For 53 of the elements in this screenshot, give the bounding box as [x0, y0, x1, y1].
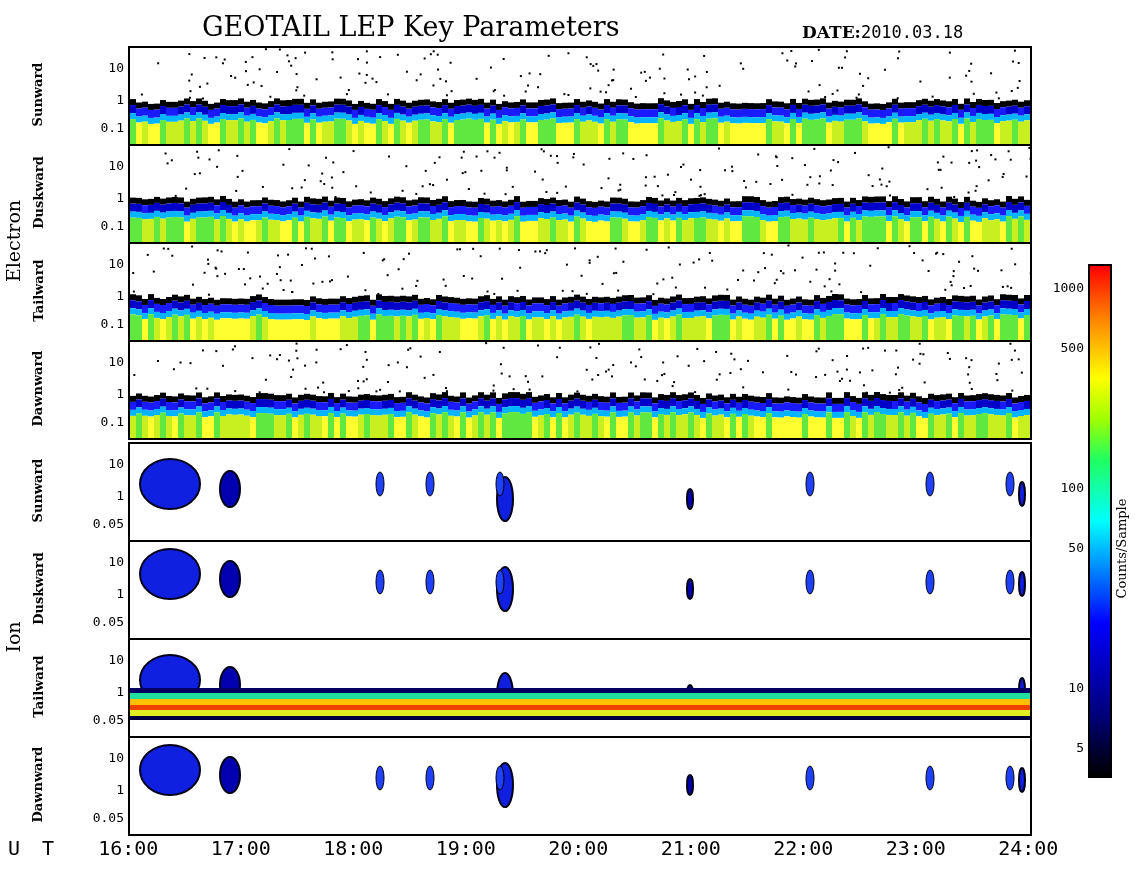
x-axis-label: U T — [7, 836, 56, 860]
y-tick-label: 10 — [108, 553, 124, 569]
colorbar-tick-label: 5 — [1076, 739, 1084, 755]
y-tick-label: 1 — [116, 189, 124, 205]
panel-label: Sunward — [30, 62, 46, 126]
panel-label: Sunward — [30, 458, 46, 522]
y-tick-label: 0.1 — [100, 119, 124, 135]
chart-title: GEOTAIL LEP Key Parameters — [202, 11, 621, 44]
panel-label: Tailward — [30, 654, 46, 718]
y-tick-label: 1 — [116, 781, 124, 797]
x-tick-label: 17:00 — [209, 836, 272, 860]
x-tick-label: 21:00 — [659, 836, 722, 860]
panel-label: Dawnward — [30, 350, 46, 426]
colorbar-label: Counts/Sample — [1114, 498, 1130, 598]
y-tick-label: 0.05 — [92, 613, 124, 629]
x-tick-label: 16:00 — [97, 836, 160, 860]
x-tick-label: 23:00 — [884, 836, 947, 860]
group-label: Electron — [2, 199, 24, 283]
y-tick-label: 10 — [108, 255, 124, 271]
colorbar-tick-label: 10 — [1068, 679, 1084, 695]
panel-label: Tailward — [30, 258, 46, 322]
y-tick-label: 0.05 — [92, 515, 124, 531]
x-tick-label: 22:00 — [772, 836, 835, 860]
x-tick-label: 18:00 — [322, 836, 385, 860]
y-tick-label: 10 — [108, 59, 124, 75]
y-tick-label: 0.05 — [92, 809, 124, 825]
colorbar-tick-label: 1000 — [1052, 279, 1084, 295]
panel-label: Dawnward — [30, 746, 46, 822]
y-tick-label: 0.1 — [100, 413, 124, 429]
y-tick-label: 0.05 — [92, 711, 124, 727]
y-tick-label: 0.1 — [100, 217, 124, 233]
y-tick-label: 10 — [108, 749, 124, 765]
colorbar-tick-label: 500 — [1060, 339, 1084, 355]
panel-label: Duskward — [30, 155, 46, 229]
y-tick-label: 1 — [116, 585, 124, 601]
colorbar-tick-label: 100 — [1060, 479, 1084, 495]
colorbar-tick-label: 50 — [1068, 539, 1084, 555]
y-tick-label: 10 — [108, 455, 124, 471]
group-label: Ion — [2, 621, 24, 653]
x-tick-label: 24:00 — [997, 836, 1060, 860]
x-tick-label: 20:00 — [547, 836, 610, 860]
y-tick-label: 10 — [108, 157, 124, 173]
y-tick-label: 1 — [116, 683, 124, 699]
x-tick-label: 19:00 — [434, 836, 497, 860]
y-tick-label: 10 — [108, 353, 124, 369]
date-label: DATE:2010.03.18 — [802, 22, 964, 44]
y-tick-label: 0.1 — [100, 315, 124, 331]
y-tick-label: 1 — [116, 287, 124, 303]
y-tick-label: 10 — [108, 651, 124, 667]
y-tick-label: 1 — [116, 91, 124, 107]
panel-label: Duskward — [30, 551, 46, 625]
y-tick-label: 1 — [116, 385, 124, 401]
y-tick-label: 1 — [116, 487, 124, 503]
